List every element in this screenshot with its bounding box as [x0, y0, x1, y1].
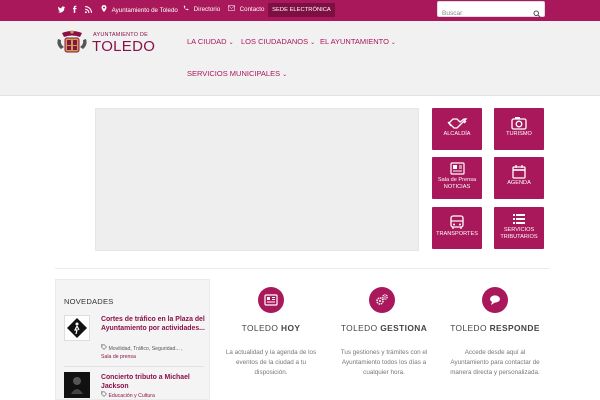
news-item-thumbnail[interactable] — [64, 372, 90, 398]
envelope-icon — [228, 5, 237, 13]
card-title-prefix: TOLEDO — [450, 323, 490, 333]
ayuntamiento-link[interactable]: Ayuntamiento de Toledo — [101, 5, 178, 16]
sede-electronica-button[interactable]: SEDE ELECTRÓNICA — [268, 3, 335, 17]
card-title-prefix: TOLEDO — [241, 323, 282, 333]
camera-icon — [511, 117, 527, 130]
novedades-title: NOVEDADES — [64, 297, 114, 306]
card-title-prefix: TOLEDO — [340, 323, 381, 333]
card-icon-circle — [369, 287, 395, 313]
card-description: Tus gestiones y trámites con el Ayuntami… — [340, 349, 428, 376]
card-title: TOLEDO GESTIONA — [329, 323, 439, 333]
twitter-icon[interactable] — [55, 3, 68, 16]
contacto-link[interactable]: Contacto — [228, 5, 264, 15]
list-icon — [513, 214, 525, 224]
hero-slider[interactable] — [95, 108, 419, 251]
search-icon[interactable] — [533, 5, 541, 18]
tile-label: TRIBUTARIOS — [500, 234, 538, 240]
crest-icon — [57, 30, 87, 53]
news-item-title[interactable]: Cortes de tráfico en la Plaza del Ayunta… — [101, 315, 209, 333]
news-item-meta-text: Educación y Cultura — [108, 393, 155, 399]
calendar-icon — [512, 165, 526, 179]
card-icon-circle — [482, 287, 508, 313]
ayuntamiento-link-label: Ayuntamiento de Toledo — [111, 7, 178, 14]
logo-title: TOLEDO — [92, 38, 156, 55]
news-divider — [64, 366, 204, 367]
card-title-emphasis: HOY — [281, 323, 301, 333]
chevron-down-icon: ⌄ — [310, 40, 316, 46]
card-title: TOLEDO RESPONDE — [440, 323, 550, 333]
directorio-link[interactable]: Directorio — [183, 5, 220, 15]
newspaper-icon — [264, 294, 278, 306]
card-toledo-responde[interactable]: TOLEDO RESPONDE Accede desde aquí al Ayu… — [440, 279, 550, 400]
tile-label-top: Sala de Prensa — [437, 177, 477, 183]
contacto-link-label: Contacto — [239, 6, 265, 13]
card-toledo-gestiona[interactable]: TOLEDO GESTIONA Tus gestiones y trámites… — [329, 279, 439, 400]
newspaper-icon — [450, 162, 465, 175]
chevron-down-icon: ⌄ — [282, 72, 288, 78]
directorio-link-label: Directorio — [193, 6, 221, 13]
concert-poster-image — [64, 372, 90, 398]
nav-label: SERVICIOS MUNICIPALES — [187, 69, 281, 78]
card-description: Accede desde aquí al Ayuntamiento para c… — [450, 349, 540, 376]
tile-label: NOTICIAS — [443, 184, 471, 190]
tile-agenda[interactable]: AGENDA — [494, 157, 544, 199]
handshake-icon — [447, 118, 468, 129]
search-input[interactable] — [438, 6, 524, 21]
location-pin-icon — [101, 5, 109, 14]
toledo-logo[interactable]: AYUNTAMIENTO DE TOLEDO — [55, 29, 155, 55]
news-item-meta-text: Movilidad, Tráfico, Seguridad... , — [108, 346, 183, 352]
chevron-down-icon: ⌄ — [228, 40, 234, 46]
phone-icon — [183, 5, 191, 13]
rss-icon[interactable] — [82, 3, 95, 16]
chat-bubble-icon — [490, 295, 500, 305]
novedades-panel: NOVEDADES Cortes de tráfico en la Plaza … — [55, 279, 210, 400]
tile-turismo[interactable]: TURISMO — [494, 108, 544, 150]
tile-noticias[interactable]: Sala de Prensa NOTICIAS — [432, 157, 482, 199]
section-divider — [55, 268, 550, 269]
search-box — [437, 1, 545, 21]
news-item-title[interactable]: Concierto tributo a Michael Jackson — [101, 373, 209, 391]
nav-label: LA CIUDAD — [187, 37, 227, 46]
news-item-categories[interactable]: Movilidad, Tráfico, Seguridad... , — [101, 344, 211, 353]
facebook-icon[interactable] — [68, 3, 81, 16]
news-item-category-link[interactable]: Sala de prensa — [101, 353, 211, 361]
bus-icon — [450, 215, 464, 229]
tile-alcaldia[interactable]: ALCALDÍA — [432, 108, 482, 150]
card-description: La actualidad y la agenda de los eventos… — [225, 349, 317, 376]
news-item-thumbnail[interactable] — [64, 315, 90, 341]
nav-el-ayuntamiento[interactable]: EL AYUNTAMIENTO ⌄ — [320, 37, 396, 48]
news-item-categories[interactable]: Educación y Cultura — [101, 391, 211, 400]
card-title: TOLEDO HOY — [216, 323, 326, 333]
tile-label-top: SERVICIOS — [503, 227, 535, 233]
card-title-emphasis: GESTIONA — [380, 323, 428, 333]
card-icon-circle — [258, 287, 284, 313]
gears-icon — [376, 294, 388, 305]
pedestrian-sign-icon — [67, 318, 87, 338]
site-header: AYUNTAMIENTO DE TOLEDO LA CIUDAD ⌄ LOS CI… — [0, 21, 600, 96]
tile-servicios-tributarios[interactable]: SERVICIOS TRIBUTARIOS — [494, 207, 544, 249]
nav-la-ciudad[interactable]: LA CIUDAD ⌄ — [187, 37, 234, 48]
card-toledo-hoy[interactable]: TOLEDO HOY La actualidad y la agenda de … — [216, 279, 326, 400]
card-title-emphasis: RESPONDE — [489, 323, 540, 333]
tile-label: TURISMO — [506, 131, 532, 137]
top-bar: Ayuntamiento de Toledo Directorio Contac… — [0, 0, 600, 21]
nav-servicios-municipales[interactable]: SERVICIOS MUNICIPALES ⌄ — [187, 69, 287, 80]
nav-label: LOS CIUDADANOS — [241, 37, 309, 46]
tile-label: ALCALDÍA — [443, 131, 471, 137]
nav-label: EL AYUNTAMIENTO — [320, 37, 389, 46]
nav-los-ciudadanos[interactable]: LOS CIUDADANOS ⌄ — [241, 37, 315, 48]
tile-label: AGENDA — [507, 180, 531, 186]
chevron-down-icon: ⌄ — [390, 40, 396, 46]
tile-label: TRANSPORTES — [436, 231, 478, 237]
tile-transportes[interactable]: TRANSPORTES — [432, 207, 482, 249]
